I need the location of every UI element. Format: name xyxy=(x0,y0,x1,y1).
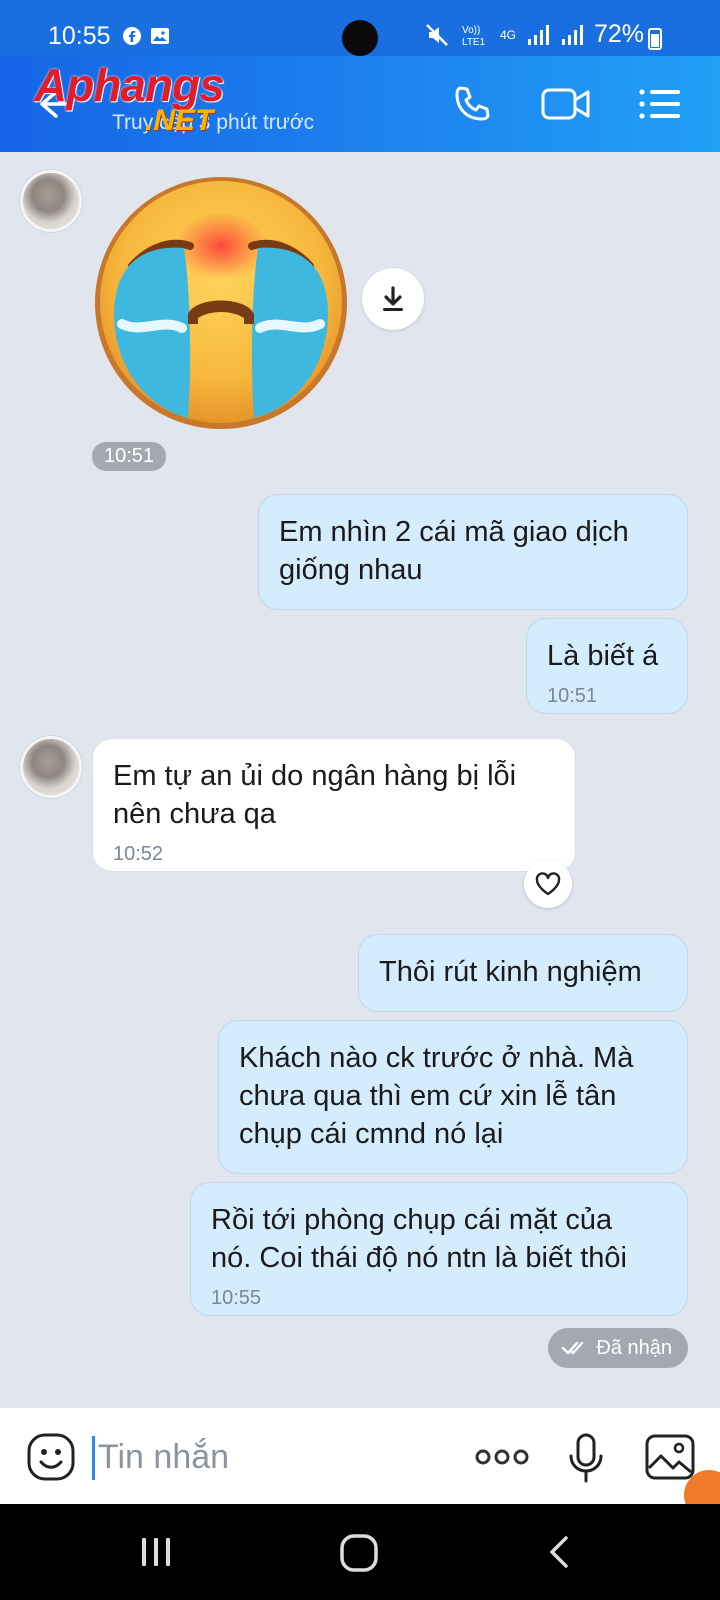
download-button[interactable] xyxy=(362,268,424,330)
message-text-line: chụp cái cmnd nó lại xyxy=(239,1118,504,1150)
contact-avatar[interactable] xyxy=(20,736,82,798)
image-icon[interactable] xyxy=(644,1432,696,1482)
message-text-line: Rồi tới phòng chụp cái mặt của xyxy=(211,1204,613,1236)
chat-header: Truy cập 3 phút trước Aphangs .NET xyxy=(0,56,720,152)
status-time: 10:55 xyxy=(48,22,111,50)
home-icon[interactable] xyxy=(338,1532,380,1574)
emoji-icon[interactable] xyxy=(26,1432,76,1482)
message-timestamp: 10:52 xyxy=(113,843,164,865)
system-nav-bar xyxy=(0,1504,720,1600)
phone-icon[interactable] xyxy=(450,82,494,126)
heart-icon xyxy=(535,872,561,896)
message-text-line: nên chưa qa xyxy=(113,798,276,830)
message-outgoing[interactable]: Khách nào ck trước ở nhà. Mà chưa qua th… xyxy=(218,1020,688,1174)
message-input[interactable]: Tin nhắn xyxy=(98,1438,229,1477)
message-timestamp: 10:51 xyxy=(547,685,598,707)
network-type: 4G xyxy=(499,27,516,42)
message-text: Là biết á xyxy=(547,640,659,672)
svg-text:Vo)): Vo)) xyxy=(462,25,480,36)
front-camera xyxy=(342,20,378,56)
back-nav-icon[interactable] xyxy=(546,1534,574,1570)
battery-icon xyxy=(648,28,662,50)
delivery-status-text: Đã nhận xyxy=(596,1336,672,1359)
sticker-timestamp: 10:51 xyxy=(92,442,167,471)
status-right: Vo)) LTE1 4G 72% xyxy=(424,20,644,49)
facebook-icon xyxy=(123,27,141,45)
menu-list-icon[interactable] xyxy=(636,82,684,126)
download-icon xyxy=(383,286,403,311)
notification-icons xyxy=(122,26,170,46)
volte-icon: Vo))LTE1 xyxy=(462,25,486,48)
message-text-line: Em nhìn 2 cái mã giao dịch xyxy=(279,516,629,548)
status-bar: 10:55 Vo)) LTE1 4G 72% xyxy=(0,0,720,56)
double-check-icon xyxy=(562,1341,584,1355)
more-dots-icon[interactable] xyxy=(474,1432,530,1482)
message-outgoing[interactable]: Rồi tới phòng chụp cái mặt của nó. Coi t… xyxy=(190,1182,688,1316)
message-outgoing[interactable]: Là biết á 10:51 xyxy=(526,618,688,714)
recent-apps-icon[interactable] xyxy=(138,1534,174,1570)
react-button[interactable] xyxy=(524,860,572,908)
contact-avatar[interactable] xyxy=(20,170,82,232)
mute-icon xyxy=(426,23,448,46)
svg-text:LTE1: LTE1 xyxy=(462,37,486,48)
battery-percent: 72% xyxy=(593,20,644,48)
signal-icon xyxy=(527,24,549,45)
message-text-line: Em tự an ủi do ngân hàng bị lỗi xyxy=(113,760,517,792)
message-text-line: nó. Coi thái độ nó ntn là biết thôi xyxy=(211,1242,627,1274)
message-text-line: giống nhau xyxy=(279,554,423,586)
message-input-bar: Tin nhắn xyxy=(0,1408,720,1520)
message-outgoing[interactable]: Thôi rút kinh nghiệm xyxy=(358,934,688,1012)
microphone-icon[interactable] xyxy=(566,1432,606,1486)
message-text-line: Khách nào ck trước ở nhà. Mà xyxy=(239,1042,634,1074)
message-text: Thôi rút kinh nghiệm xyxy=(379,956,642,988)
message-outgoing[interactable]: Em nhìn 2 cái mã giao dịch giống nhau xyxy=(258,494,688,610)
chat-messages[interactable]: 10:51 Em nhìn 2 cái mã giao dịch giống n… xyxy=(0,152,720,1408)
message-incoming[interactable]: Em tự an ủi do ngân hàng bị lỗi nên chưa… xyxy=(92,738,576,872)
message-timestamp: 10:55 xyxy=(211,1287,262,1309)
video-camera-icon[interactable] xyxy=(540,82,592,126)
delivery-status: Đã nhận xyxy=(548,1328,688,1368)
gallery-icon xyxy=(151,28,169,44)
watermark-logo-suffix: .NET xyxy=(145,104,214,137)
text-caret xyxy=(92,1436,95,1480)
crying-face-sticker[interactable] xyxy=(92,174,350,432)
message-text-line: chưa qua thì em cứ xin lễ tân xyxy=(239,1080,617,1112)
signal-icon-2 xyxy=(561,24,583,45)
